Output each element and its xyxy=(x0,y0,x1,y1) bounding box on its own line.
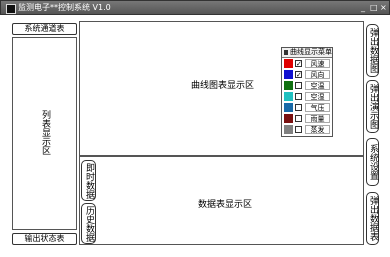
popup-chart-label: 弹出数据图 xyxy=(368,28,378,73)
app-icon xyxy=(6,4,16,14)
checkmark-icon[interactable]: ✓ xyxy=(295,60,302,68)
drag-handle-icon[interactable] xyxy=(284,49,288,55)
legend-checkbox[interactable] xyxy=(295,82,302,89)
tab-realtime-data[interactable]: 即时数据 xyxy=(81,160,96,201)
legend-item-label: 风速 xyxy=(305,59,330,68)
list-display-area: 列表显示区 xyxy=(12,37,77,230)
legend-checkbox[interactable] xyxy=(295,93,302,100)
legend-item: 雨量 xyxy=(282,113,332,124)
data-table-display-area: 数据表显示区 xyxy=(79,156,364,245)
channel-table-button[interactable]: 系统通道表 xyxy=(12,23,77,35)
chart-area-label: 曲线图表显示区 xyxy=(191,81,255,91)
maximize-icon[interactable]: □ xyxy=(370,3,378,13)
tab-history-data[interactable]: 历史数据 xyxy=(81,203,96,244)
legend-item: 蒸发 xyxy=(282,124,332,135)
legend-color-swatch xyxy=(284,92,293,101)
output-status-button[interactable]: 输出状态表 xyxy=(12,233,77,245)
legend-item-label: 雨量 xyxy=(305,114,330,123)
window-title: 监测电子**控制系统 V1.0 xyxy=(18,3,111,12)
checkmark-icon[interactable]: ✓ xyxy=(295,71,302,79)
popup-demo-label: 弹出演示图 xyxy=(368,84,378,129)
legend-item-label: 空温 xyxy=(305,81,330,90)
popup-chart-button[interactable]: 弹出数据图 xyxy=(366,24,379,77)
legend-item-label: 气压 xyxy=(305,103,330,112)
legend-checkbox[interactable] xyxy=(295,126,302,133)
curve-legend-menu: 曲线显示菜单 ✓ 风速 ✓ 风向 空温 空湿 气压 雨量 蒸发 xyxy=(281,47,333,137)
legend-title: 曲线显示菜单 xyxy=(290,48,332,56)
popup-table-button[interactable]: 弹出数据表 xyxy=(366,192,379,245)
legend-color-swatch xyxy=(284,59,293,68)
legend-checkbox[interactable] xyxy=(295,104,302,111)
tab-history-label: 历史数据 xyxy=(84,205,94,242)
legend-item: 气压 xyxy=(282,102,332,113)
legend-color-swatch xyxy=(284,125,293,134)
app-window: 监测电子**控制系统 V1.0 _ □ × 系统通道表 列表显示区 输出状态表 … xyxy=(0,0,390,257)
close-icon[interactable]: × xyxy=(380,3,387,13)
legend-checkbox[interactable] xyxy=(295,115,302,122)
legend-item-label: 风向 xyxy=(305,70,330,79)
legend-item-label: 蒸发 xyxy=(305,125,330,134)
system-settings-label: 系统设置 xyxy=(368,144,378,180)
system-settings-button[interactable]: 系统设置 xyxy=(366,138,379,186)
legend-color-swatch xyxy=(284,103,293,112)
legend-header: 曲线显示菜单 xyxy=(282,48,332,58)
list-area-label: 列表显示区 xyxy=(40,110,50,155)
minimize-icon[interactable]: _ xyxy=(361,3,365,13)
popup-table-label: 弹出数据表 xyxy=(368,196,378,241)
legend-item-label: 空湿 xyxy=(305,92,330,101)
legend-item: ✓ 风速 xyxy=(282,58,332,69)
legend-item: 空湿 xyxy=(282,91,332,102)
legend-item: ✓ 风向 xyxy=(282,69,332,80)
title-bar: 监测电子**控制系统 V1.0 _ □ × xyxy=(0,0,390,15)
legend-color-swatch xyxy=(284,114,293,123)
data-area-label: 数据表显示区 xyxy=(198,200,253,210)
legend-color-swatch xyxy=(284,70,293,79)
popup-demo-button[interactable]: 弹出演示图 xyxy=(366,80,379,133)
legend-color-swatch xyxy=(284,81,293,90)
tab-realtime-label: 即时数据 xyxy=(84,162,94,199)
legend-item: 空温 xyxy=(282,80,332,91)
